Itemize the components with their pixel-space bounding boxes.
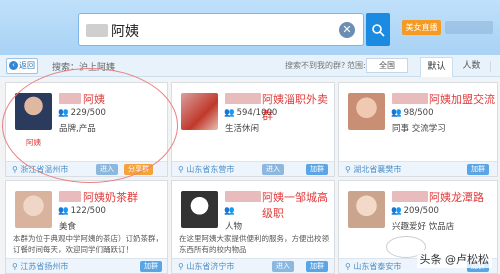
group-name[interactable]: 阿姨淄职外卖群 bbox=[262, 91, 334, 123]
group-card[interactable]: 阿姨奶茶群 👥 122/500 美食 本群为位于典观中学阿姨的茶店）订奶茶群，订餐… bbox=[5, 180, 168, 274]
enter-button[interactable]: 进入 bbox=[272, 261, 294, 272]
member-icon: 👥 bbox=[224, 108, 235, 118]
tab-default[interactable]: 默认 bbox=[420, 57, 453, 77]
name-blur bbox=[392, 191, 428, 202]
search-button[interactable] bbox=[366, 13, 390, 46]
member-count: 👥 bbox=[224, 206, 237, 216]
avatar bbox=[15, 191, 52, 228]
avatar bbox=[348, 191, 385, 228]
group-name[interactable]: 阿姨一邹城高级职 bbox=[262, 189, 334, 221]
member-count: 👥 209/500 bbox=[391, 206, 439, 216]
enter-button[interactable]: 进入 bbox=[262, 164, 284, 175]
location: ⚲ 山东省泰安市 bbox=[345, 262, 402, 271]
name-blur bbox=[392, 93, 428, 104]
group-card[interactable]: 阿姨 👥 229/500 品牌,产品 阿姨 ⚲ 浙江省温州市 进入 分享群 bbox=[5, 82, 168, 177]
search-input[interactable]: 阿姨 ✕ bbox=[78, 13, 364, 46]
group-desc: 本群为位于典观中学阿姨的茶店）订奶茶群，订餐时间每天，欢迎同学们踊跃订！ bbox=[13, 234, 163, 254]
watermark: 头条 @卢松松 bbox=[416, 250, 492, 268]
clear-icon[interactable]: ✕ bbox=[339, 22, 355, 38]
member-count: 👥 594/1000 bbox=[224, 108, 278, 118]
group-tag: 生活休闲 bbox=[225, 124, 260, 134]
name-blur bbox=[225, 191, 261, 202]
range-label: 范围: bbox=[347, 61, 366, 70]
join-button[interactable]: 加群 bbox=[467, 164, 489, 175]
member-icon: 👥 bbox=[224, 206, 235, 216]
group-name[interactable]: 阿姨加盟交流 bbox=[429, 91, 495, 107]
name-blur bbox=[59, 191, 81, 202]
back-arrow-icon: ‹ bbox=[9, 61, 18, 70]
card-footer: ⚲ 山东省东营市 进入 加群 bbox=[172, 161, 334, 176]
location: ⚲ 浙江省温州市 bbox=[12, 165, 69, 174]
tab-divider bbox=[490, 61, 491, 72]
card-footer: ⚲ 山东省济宁市 进入 加群 bbox=[172, 258, 334, 273]
member-count: 👥 98/500 bbox=[391, 108, 434, 118]
location: ⚲ 湖北省襄樊市 bbox=[345, 165, 402, 174]
avatar bbox=[15, 93, 52, 130]
group-name[interactable]: 阿姨龙潭路 bbox=[429, 189, 484, 205]
member-icon: 👥 bbox=[391, 206, 402, 216]
location: ⚲ 江苏省扬州市 bbox=[12, 262, 69, 271]
share-button[interactable]: 分享群 bbox=[124, 164, 153, 175]
group-card[interactable]: 阿姨加盟交流 👥 98/500 同事 交流学习 ⚲ 湖北省襄樊市 加群 bbox=[338, 82, 498, 177]
avatar bbox=[348, 93, 385, 130]
tab-members[interactable]: 人数 bbox=[455, 57, 488, 77]
member-count: 👥 229/500 bbox=[58, 108, 106, 118]
location: ⚲ 山东省济宁市 bbox=[178, 262, 235, 271]
group-name[interactable]: 阿姨 bbox=[83, 91, 105, 107]
join-button[interactable]: 加群 bbox=[306, 261, 328, 272]
avatar bbox=[181, 191, 218, 228]
avatar bbox=[181, 93, 218, 130]
group-tag: 兴趣爱好 饮品店 bbox=[392, 222, 455, 232]
card-footer: ⚲ 湖北省襄樊市 加群 bbox=[339, 161, 497, 176]
group-tag: 美食 bbox=[59, 222, 77, 232]
member-count: 👥 122/500 bbox=[58, 206, 106, 216]
group-card[interactable]: 阿姨淄职外卖群 👥 594/1000 生活休闲 ⚲ 山东省东营市 进入 加群 bbox=[171, 82, 335, 177]
card-footer: ⚲ 江苏省扬州市 加群 bbox=[6, 258, 167, 273]
range-select[interactable]: 全国 bbox=[366, 58, 408, 73]
name-blur bbox=[225, 93, 261, 104]
member-icon: 👥 bbox=[58, 206, 69, 216]
breadcrumb: 搜索：沪上阿姨 bbox=[52, 63, 116, 73]
group-tag: 品牌,产品 bbox=[59, 124, 96, 134]
enter-button[interactable]: 进入 bbox=[96, 164, 118, 175]
toolbar: ‹ 返回 搜索：沪上阿姨 搜索不到我的群? 范围: 全国 默认 人数 bbox=[0, 55, 500, 77]
search-query: 阿姨 bbox=[111, 24, 139, 40]
group-tag: 人物 bbox=[225, 222, 243, 232]
join-button[interactable]: 加群 bbox=[306, 164, 328, 175]
member-icon: 👥 bbox=[58, 108, 69, 118]
back-label: 返回 bbox=[19, 61, 35, 70]
name-blur bbox=[59, 93, 81, 104]
group-tag: 同事 交流学习 bbox=[392, 124, 446, 134]
live-badge[interactable]: 美女直播 bbox=[402, 20, 441, 35]
top-right-blur bbox=[445, 21, 493, 34]
join-button[interactable]: 加群 bbox=[140, 261, 162, 272]
search-blur bbox=[86, 24, 108, 37]
cannot-find-link[interactable]: 搜索不到我的群? bbox=[285, 60, 345, 71]
group-desc: 阿姨 bbox=[26, 138, 41, 147]
member-icon: 👥 bbox=[391, 108, 402, 118]
location: ⚲ 山东省东营市 bbox=[178, 165, 235, 174]
search-icon bbox=[372, 24, 385, 37]
group-card[interactable]: 阿姨一邹城高级职 👥 人物 在这里阿姨大家提供便利的服务，方便出校领东西所有的校… bbox=[171, 180, 335, 274]
group-name[interactable]: 阿姨奶茶群 bbox=[83, 189, 138, 205]
card-footer: ⚲ 浙江省温州市 进入 分享群 bbox=[6, 161, 167, 176]
group-desc: 在这里阿姨大家提供便利的服务，方便出校领东西所有的校内物品 bbox=[179, 234, 329, 254]
top-bar: 阿姨 ✕ 美女直播 bbox=[0, 0, 500, 55]
back-button[interactable]: ‹ 返回 bbox=[6, 58, 38, 74]
